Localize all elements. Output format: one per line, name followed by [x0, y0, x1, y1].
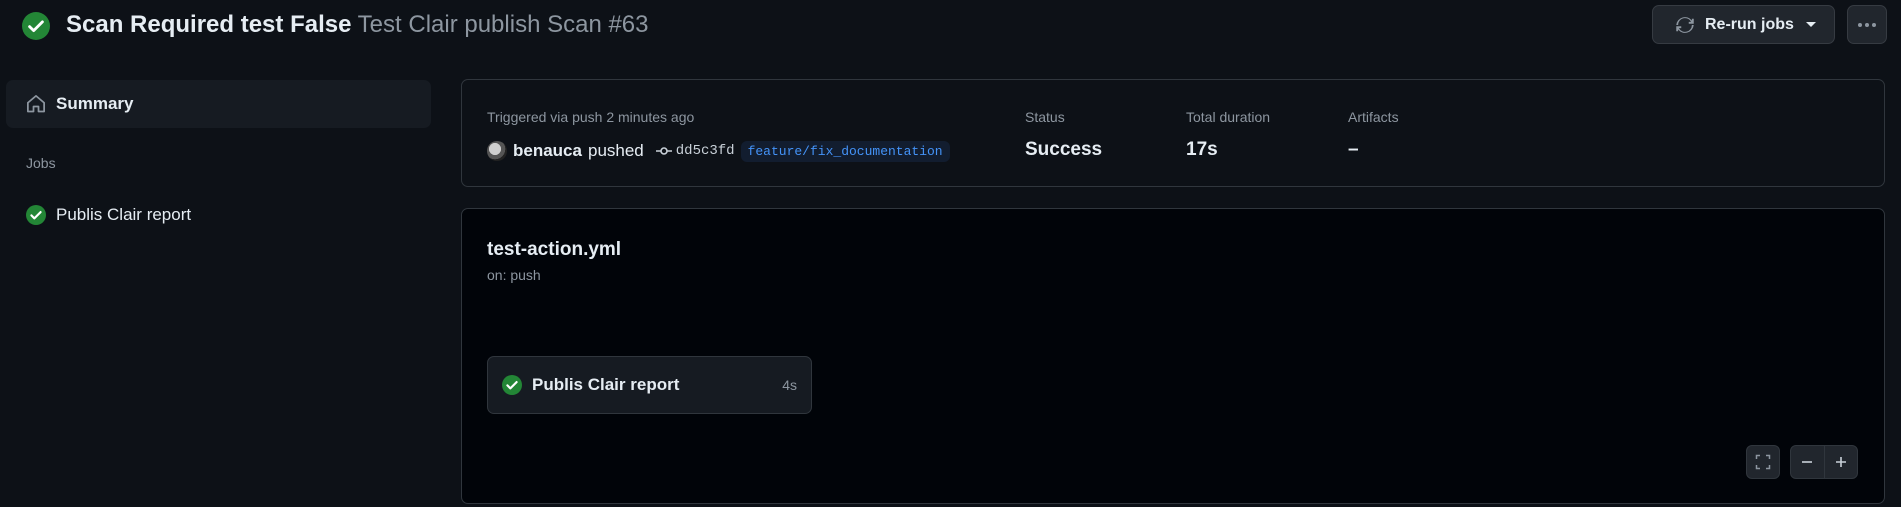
home-icon [27, 95, 45, 113]
branch-label[interactable]: feature/fix_documentation [740, 140, 950, 162]
sidebar-item-job[interactable]: Publis Clair report [6, 200, 431, 230]
sidebar-jobs-heading: Jobs [26, 155, 56, 171]
chevron-down-icon [1805, 22, 1816, 27]
job-node-name: Publis Clair report [532, 375, 680, 394]
trigger-text: Triggered via push 2 minutes ago [487, 109, 695, 125]
kebab-horizontal-icon [1858, 22, 1876, 27]
plus-icon [1835, 457, 1846, 467]
rerun-jobs-button[interactable]: Re-run jobs [1652, 5, 1835, 44]
duration-value: 17s [1186, 139, 1218, 160]
screen-full-icon [1755, 454, 1771, 470]
sync-icon [1676, 16, 1694, 33]
workflow-file-name[interactable]: test-action.yml [487, 239, 621, 261]
zoom-out-button[interactable] [1791, 446, 1825, 478]
workflow-trigger: on: push [487, 267, 541, 283]
status-label: Status [1025, 109, 1065, 125]
check-circle-fill-icon [26, 205, 46, 225]
page-title: Scan Required test False Test Clair publ… [66, 10, 649, 40]
workflow-graph: test-action.yml on: push Publis Clair re… [461, 208, 1885, 504]
check-circle-fill-icon [22, 12, 50, 40]
more-options-button[interactable] [1847, 5, 1887, 44]
job-node[interactable]: Publis Clair report 4s [487, 356, 812, 414]
trigger-details: benauca pushed dd5c3fd feature/fix_docum… [487, 138, 950, 164]
sidebar-item-label: Publis Clair report [56, 205, 192, 224]
artifacts-label: Artifacts [1348, 109, 1399, 125]
sidebar-item-label: Summary [56, 94, 134, 113]
check-circle-fill-icon [502, 375, 522, 395]
actor-link[interactable]: benauca [513, 141, 582, 161]
actor-action: pushed [587, 141, 644, 160]
run-workflow-subtitle: Test Clair publish Scan #63 [357, 11, 649, 38]
run-title: Scan Required test False [66, 11, 352, 38]
avatar[interactable] [487, 141, 507, 161]
git-commit-icon [655, 147, 672, 155]
minus-icon [1802, 461, 1813, 463]
rerun-jobs-label: Re-run jobs [1705, 15, 1794, 33]
artifacts-value: – [1348, 139, 1359, 160]
duration-label: Total duration [1186, 109, 1271, 125]
job-node-duration: 4s [782, 377, 797, 393]
commit-sha-link[interactable]: dd5c3fd [676, 143, 735, 159]
run-header: Scan Required test False Test Clair publ… [0, 0, 1901, 50]
status-value: Success [1025, 139, 1103, 160]
zoom-controls [1790, 445, 1858, 479]
fullscreen-button[interactable] [1746, 445, 1780, 479]
zoom-in-button[interactable] [1825, 446, 1858, 478]
sidebar-item-summary[interactable]: Summary [6, 80, 431, 128]
run-summary-card: Triggered via push 2 minutes ago benauca… [461, 79, 1885, 187]
